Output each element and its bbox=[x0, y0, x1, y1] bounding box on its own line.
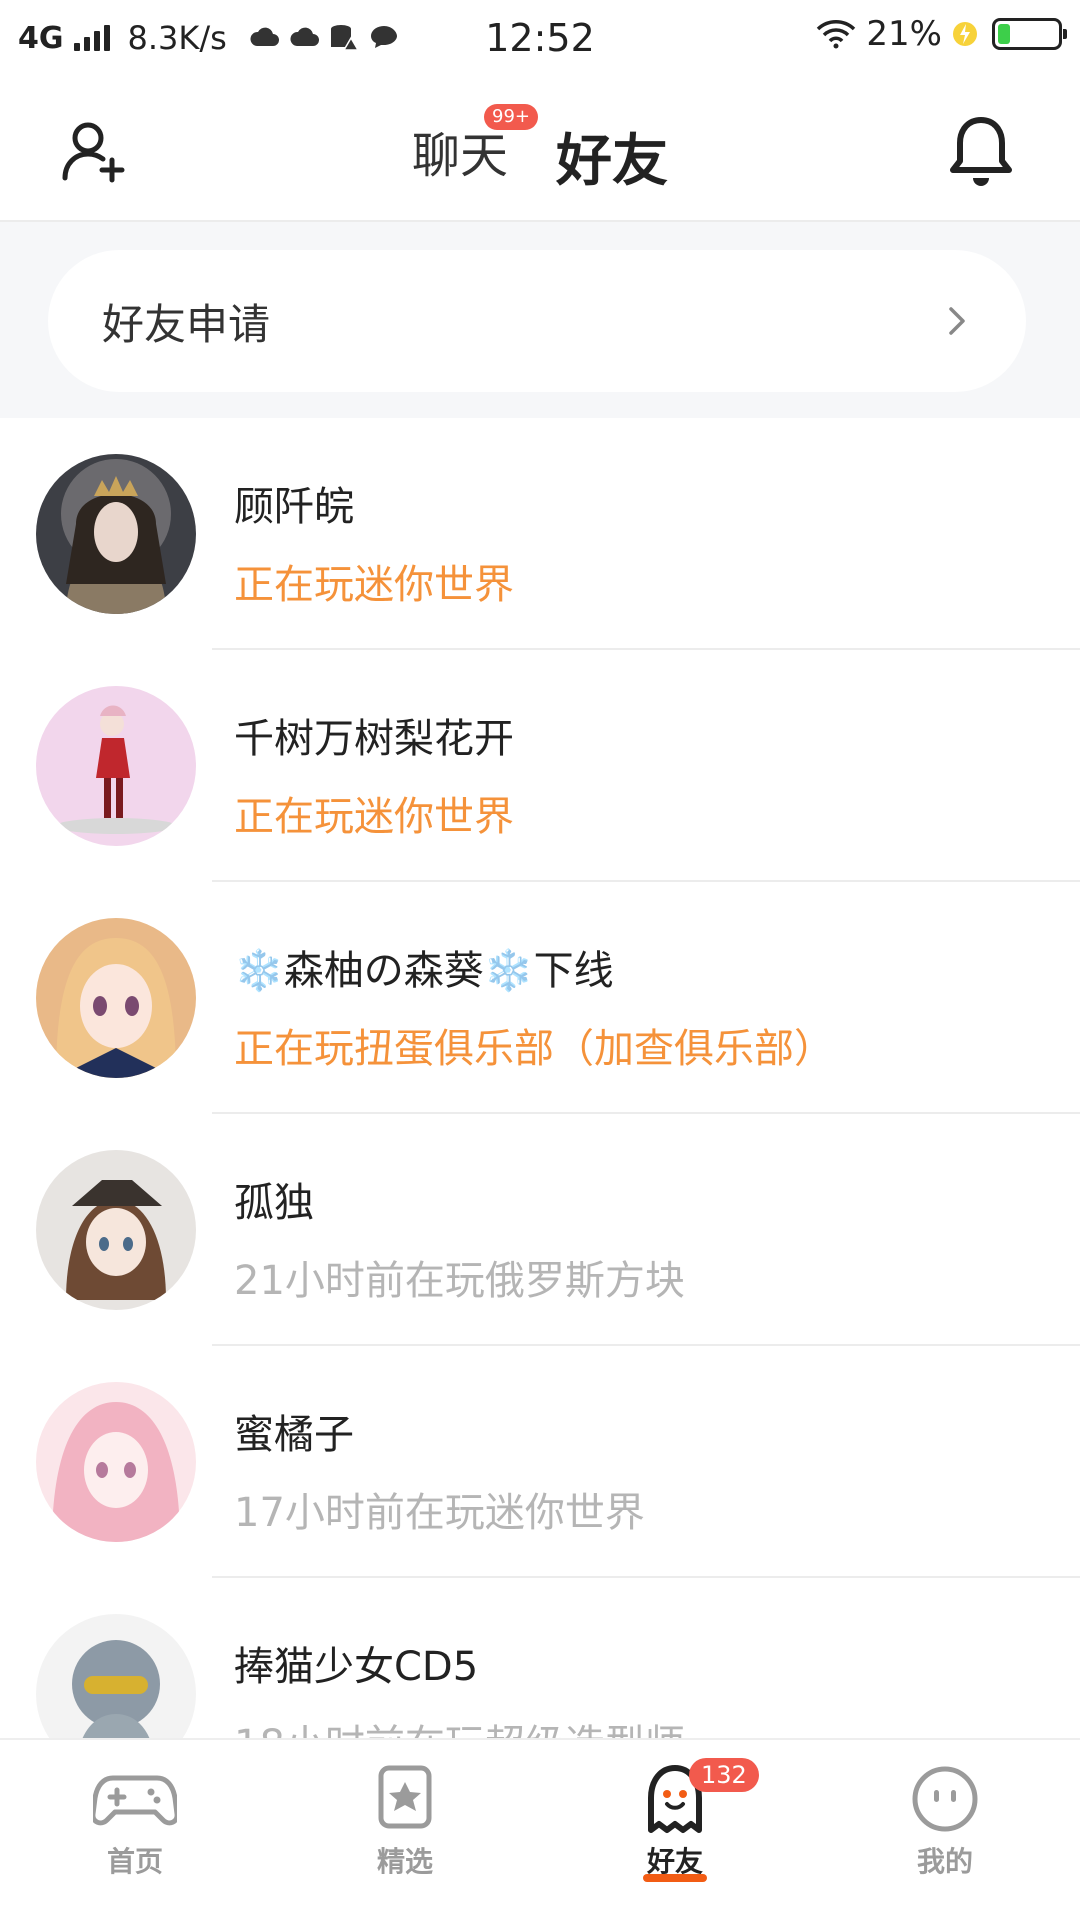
friends-list: 顾阡皖 正在玩迷你世界 千树万树梨花开 正在玩迷你世界 ❄️森柚の森葵❄️下线 bbox=[0, 418, 1080, 1738]
friend-request-label: 好友申请 bbox=[102, 299, 271, 349]
tab-chat-label: 聊天 bbox=[411, 128, 508, 184]
status-bar: 4G 8.3K/s 12:52 21% bbox=[0, 0, 1080, 76]
friend-name: 蜜橘子 bbox=[234, 1412, 354, 1458]
tab-chat[interactable]: 聊天 99+ bbox=[411, 104, 538, 197]
friends-badge: 132 bbox=[689, 1758, 759, 1793]
friend-name: 孤独 bbox=[234, 1180, 314, 1226]
wifi-icon bbox=[817, 20, 856, 49]
status-right: 21% bbox=[816, 14, 1067, 54]
nav-active-indicator bbox=[643, 1874, 707, 1882]
nav-home-label: 首页 bbox=[106, 1845, 163, 1878]
avatar bbox=[36, 686, 196, 846]
friend-name-end: 下线 bbox=[533, 948, 614, 994]
star-bookmark-icon bbox=[378, 1765, 432, 1829]
avatar bbox=[36, 1382, 196, 1542]
nav-featured[interactable]: 精选 bbox=[270, 1740, 540, 1920]
avatar bbox=[36, 1614, 196, 1738]
nav-friends[interactable]: 132 好友 bbox=[540, 1740, 810, 1920]
list-item[interactable]: 孤独 21小时前在玩俄罗斯方块 bbox=[0, 1114, 1080, 1346]
snowflake-icon: ❄️ bbox=[234, 948, 284, 994]
friend-status: 18小时前在玩超级造型师 bbox=[234, 1712, 685, 1738]
list-item[interactable]: 蜜橘子 17小时前在玩迷你世界 bbox=[0, 1346, 1080, 1578]
list-item[interactable]: 顾阡皖 正在玩迷你世界 bbox=[0, 418, 1080, 650]
battery-percent: 21% bbox=[866, 14, 942, 54]
nav-featured-label: 精选 bbox=[376, 1845, 433, 1878]
friend-status: 正在玩迷你世界 bbox=[234, 562, 514, 608]
gamepad-icon bbox=[93, 1775, 177, 1826]
face-icon bbox=[912, 1766, 978, 1832]
friend-status: 正在玩扭蛋俱乐部（加查俱乐部） bbox=[234, 1026, 834, 1072]
list-item[interactable]: ❄️森柚の森葵❄️下线 正在玩扭蛋俱乐部（加查俱乐部） bbox=[0, 882, 1080, 1114]
friend-name: ❄️森柚の森葵❄️下线 bbox=[234, 938, 614, 996]
avatar bbox=[36, 454, 196, 614]
bell-icon[interactable] bbox=[946, 114, 1016, 188]
friend-name: 捧猫少女CD5 bbox=[234, 1644, 479, 1690]
friend-request-button[interactable]: 好友申请 bbox=[48, 250, 1026, 392]
friend-name: 千树万树梨花开 bbox=[234, 716, 514, 762]
chevron-right-icon bbox=[949, 307, 965, 335]
bottom-nav: 首页 精选 132 好友 我的 bbox=[0, 1738, 1080, 1920]
avatar bbox=[36, 1150, 196, 1310]
battery-icon bbox=[992, 18, 1067, 50]
nav-me[interactable]: 我的 bbox=[810, 1740, 1080, 1920]
tab-friends-label: 好友 bbox=[556, 129, 668, 194]
tab-friends[interactable]: 好友 bbox=[556, 116, 668, 253]
friend-status: 21小时前在玩俄罗斯方块 bbox=[234, 1258, 685, 1304]
charging-icon bbox=[953, 22, 977, 46]
list-item[interactable]: 千树万树梨花开 正在玩迷你世界 bbox=[0, 650, 1080, 882]
nav-me-label: 我的 bbox=[916, 1845, 973, 1878]
top-header: 聊天 99+ 好友 bbox=[0, 76, 1080, 253]
header-tabs: 聊天 99+ 好友 bbox=[0, 104, 1080, 253]
friend-status: 正在玩迷你世界 bbox=[234, 794, 514, 840]
friend-status: 17小时前在玩迷你世界 bbox=[234, 1490, 645, 1536]
nav-home[interactable]: 首页 bbox=[0, 1740, 270, 1920]
battery-level bbox=[998, 24, 1010, 44]
friend-name: 顾阡皖 bbox=[234, 484, 354, 530]
snowflake-icon: ❄️ bbox=[483, 948, 534, 994]
friend-name-text: 森柚の森葵 bbox=[283, 948, 484, 994]
list-item[interactable]: 捧猫少女CD5 18小时前在玩超级造型师 bbox=[0, 1578, 1080, 1738]
chat-unread-badge: 99+ bbox=[484, 104, 538, 130]
friend-request-section: 好友申请 bbox=[0, 222, 1080, 418]
avatar bbox=[36, 918, 196, 1078]
